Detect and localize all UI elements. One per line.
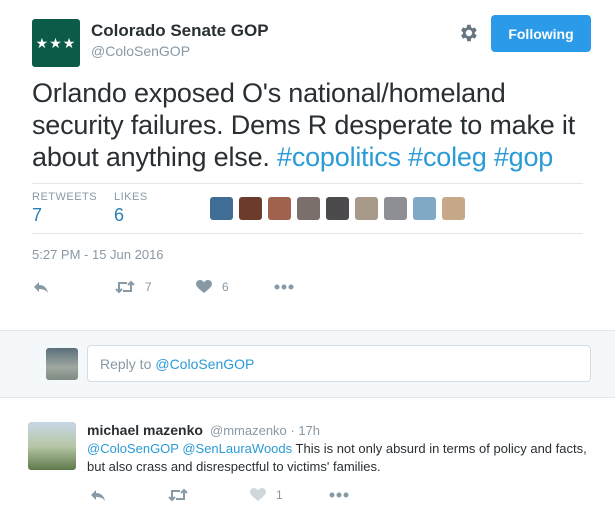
likers-avatars	[210, 197, 465, 220]
reply-placeholder-handle: @ColoSenGOP	[155, 355, 255, 372]
liker-avatar[interactable]	[413, 197, 436, 220]
author-avatar[interactable]: ★★★	[32, 19, 80, 67]
liker-avatar[interactable]	[355, 197, 378, 220]
reply-reply-action[interactable]	[90, 488, 106, 502]
current-user-avatar	[46, 348, 78, 380]
reply-icon	[33, 280, 49, 294]
retweets-count[interactable]: 7	[32, 205, 42, 226]
tweet-hashtags[interactable]: #copolitics #coleg #gop	[277, 142, 553, 172]
tweet-timestamp[interactable]: 5:27 PM - 15 Jun 2016	[32, 247, 164, 262]
following-button[interactable]: Following	[491, 15, 591, 52]
more-icon	[329, 492, 349, 498]
retweets-label: RETWEETS	[32, 191, 98, 203]
reply-author-avatar[interactable]	[28, 422, 76, 470]
author-name[interactable]: Colorado Senate GOP	[91, 21, 269, 41]
more-action[interactable]	[274, 284, 294, 290]
author-handle[interactable]: @ColoSenGOP	[91, 43, 190, 59]
reply-like-count: 1	[276, 488, 283, 502]
like-action[interactable]: 6	[196, 280, 229, 294]
divider	[32, 233, 583, 234]
reply-mentions[interactable]: @ColoSenGOP @SenLauraWoods	[87, 441, 292, 456]
heart-icon	[196, 280, 212, 294]
retweet-icon	[115, 280, 135, 294]
heart-icon	[250, 488, 266, 502]
reply-text: @ColoSenGOP @SenLauraWoods This is not o…	[87, 440, 587, 476]
reply-author-name[interactable]: michael mazenko	[87, 422, 203, 438]
liker-avatar[interactable]	[442, 197, 465, 220]
reply-retweet-action[interactable]	[168, 488, 188, 502]
reply-like-action[interactable]: 1	[250, 488, 283, 502]
divider	[32, 183, 583, 184]
retweet-action[interactable]: 7	[115, 280, 152, 294]
gear-icon[interactable]	[457, 22, 479, 44]
avatar-stars: ★★★	[35, 34, 77, 51]
reply-action[interactable]	[33, 280, 49, 294]
reply-composer: Reply to @ColoSenGOP	[0, 330, 615, 398]
liker-avatar[interactable]	[268, 197, 291, 220]
reply-icon	[90, 488, 106, 502]
reply-meta: @mmazenko · 17h	[210, 423, 320, 438]
more-icon	[274, 284, 294, 290]
reply-input[interactable]: Reply to @ColoSenGOP	[87, 345, 591, 382]
liker-avatar[interactable]	[297, 197, 320, 220]
liker-avatar[interactable]	[210, 197, 233, 220]
reply-placeholder-prefix: Reply to	[100, 355, 152, 372]
liker-avatar[interactable]	[326, 197, 349, 220]
likes-label: LIKES	[114, 191, 148, 203]
like-count: 6	[222, 280, 229, 294]
tweet-text: Orlando exposed O's national/homeland se…	[32, 77, 592, 173]
retweet-count: 7	[145, 280, 152, 294]
reply-time[interactable]: · 17h	[290, 423, 320, 438]
likes-count[interactable]: 6	[114, 205, 124, 226]
reply-tweet[interactable]: michael mazenko @mmazenko · 17h @ColoSen…	[0, 408, 615, 509]
retweet-icon	[168, 488, 188, 502]
reply-more-action[interactable]	[329, 492, 349, 498]
liker-avatar[interactable]	[384, 197, 407, 220]
reply-author-handle[interactable]: @mmazenko	[210, 423, 287, 438]
liker-avatar[interactable]	[239, 197, 262, 220]
